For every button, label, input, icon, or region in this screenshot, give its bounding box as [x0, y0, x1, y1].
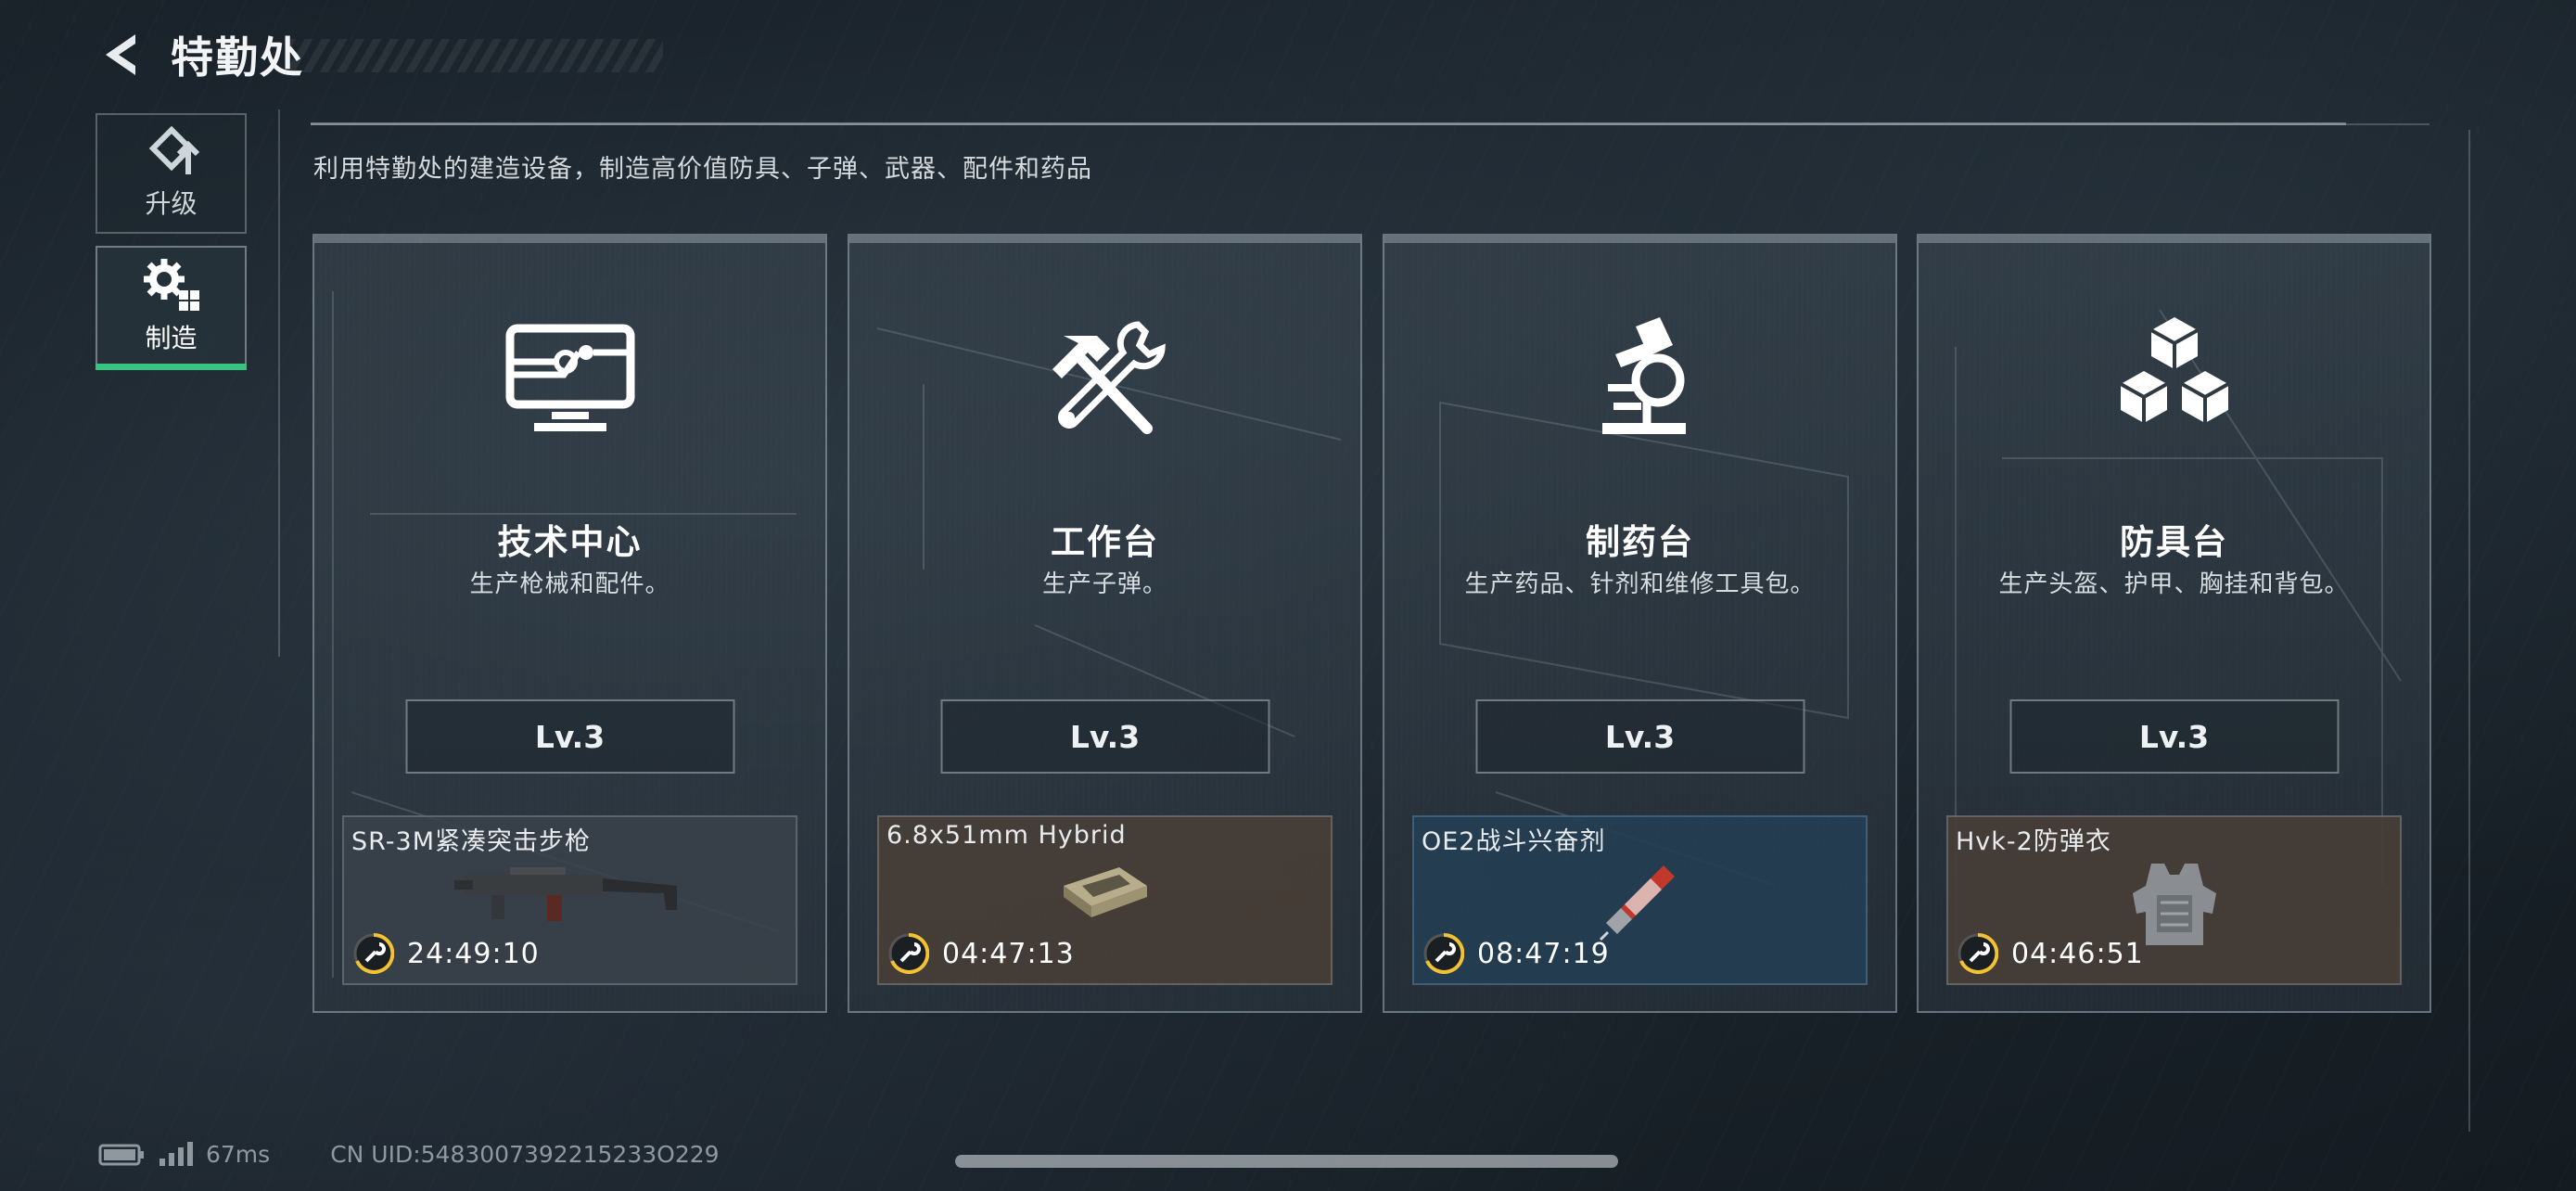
craft-timer: 04:46:51 [1958, 933, 2144, 974]
title-decoration [287, 39, 663, 72]
home-indicator[interactable] [955, 1155, 1618, 1168]
craft-slot[interactable]: 6.8x51mm Hybrid 04:47:13 [877, 815, 1333, 985]
station-title: 工作台 [1051, 522, 1159, 562]
station-title: 防具台 [2120, 522, 2228, 562]
station-level: Lv.3 [2009, 699, 2339, 774]
cubes-icon [2119, 317, 2229, 423]
sidebar-item-label: 升级 [145, 188, 198, 219]
sidebar-item-upgrade[interactable]: 升级 [96, 113, 247, 234]
ammo-box-item-image [1063, 867, 1147, 917]
station-card-tech-center[interactable]: 技术中心 生产枪械和配件。 Lv.3 SR-3M紧凑突击步枪 24:49:10 [312, 234, 827, 1013]
craft-item-name: SR-3M紧凑突击步枪 [351, 827, 592, 856]
signal-icon [159, 1141, 193, 1166]
uid-text: CN UID:5483007392215233O229 [330, 1141, 720, 1168]
timer-text: 08:47:19 [1477, 937, 1610, 970]
frame-line [2468, 130, 2470, 1132]
wrench-timer-icon [1423, 933, 1464, 974]
back-arrow-icon [106, 34, 135, 75]
hammer-wrench-icon [1052, 321, 1166, 434]
page-subtitle: 利用特勤处的建造设备，制造高价值防具、子弹、武器、配件和药品 [313, 155, 1092, 184]
craft-slot[interactable]: Hvk-2防弹衣 04:46:51 [1946, 815, 2402, 985]
station-description: 生产子弹。 [1041, 570, 1167, 598]
station-description: 生产枪械和配件。 [469, 570, 670, 598]
divider-line [311, 122, 2429, 125]
wrench-timer-icon [888, 933, 929, 974]
monitor-circuit-icon [505, 324, 634, 431]
microscope-icon [1601, 317, 1686, 434]
page-title: 特勤处 [171, 32, 304, 83]
sidebar-item-label: 制造 [145, 323, 198, 353]
craft-item-name: 6.8x51mm Hybrid [886, 821, 1127, 850]
rifle-item-image [453, 867, 677, 921]
craft-item-name: Hvk-2防弹衣 [1956, 827, 2111, 856]
status-bar: 67ms CN UID:5483007392215233O229 [98, 1141, 720, 1168]
station-card-pharmacy[interactable]: 制药台 生产药品、针剂和维修工具包。 Lv.3 OE2战斗兴奋剂 08:47:1… [1383, 234, 1897, 1013]
upgrade-icon [148, 126, 199, 174]
frame-line [278, 109, 280, 657]
battery-icon [98, 1144, 144, 1165]
station-card-workbench[interactable]: 工作台 生产子弹。 Lv.3 6.8x51mm Hybrid 04:47:13 [848, 234, 1362, 1013]
sidebar-item-craft[interactable]: 制造 [96, 246, 247, 370]
craft-slot[interactable]: OE2战斗兴奋剂 08:47:19 [1412, 815, 1868, 985]
wrench-timer-icon [353, 933, 394, 974]
craft-gear-icon [143, 259, 199, 311]
timer-text: 04:46:51 [2011, 937, 2144, 970]
ping-text: 67ms [206, 1141, 271, 1168]
stimulant-syringe-item-image [1599, 865, 1675, 941]
station-description: 生产药品、针剂和维修工具包。 [1464, 570, 1816, 598]
station-level: Lv.3 [940, 699, 1269, 774]
header: 特勤处 [93, 22, 663, 87]
station-title: 制药台 [1586, 522, 1694, 562]
craft-slot[interactable]: SR-3M紧凑突击步枪 24:49:10 [342, 815, 797, 985]
wrench-timer-icon [1958, 933, 1998, 974]
station-card-armor-bench[interactable]: 防具台 生产头盔、护甲、胸挂和背包。 Lv.3 Hvk-2防弹衣 04:46:5… [1917, 234, 2431, 1013]
timer-text: 04:47:13 [942, 937, 1075, 970]
craft-item-name: OE2战斗兴奋剂 [1422, 827, 1606, 856]
craft-timer: 04:47:13 [888, 933, 1075, 974]
station-description: 生产头盔、护甲、胸挂和背包。 [1998, 570, 2350, 598]
timer-text: 24:49:10 [407, 937, 540, 970]
craft-timer: 08:47:19 [1423, 933, 1610, 974]
craft-timer: 24:49:10 [353, 933, 540, 974]
station-level: Lv.3 [1475, 699, 1804, 774]
station-title: 技术中心 [497, 522, 643, 562]
station-level: Lv.3 [405, 699, 734, 774]
back-button[interactable] [93, 27, 148, 83]
